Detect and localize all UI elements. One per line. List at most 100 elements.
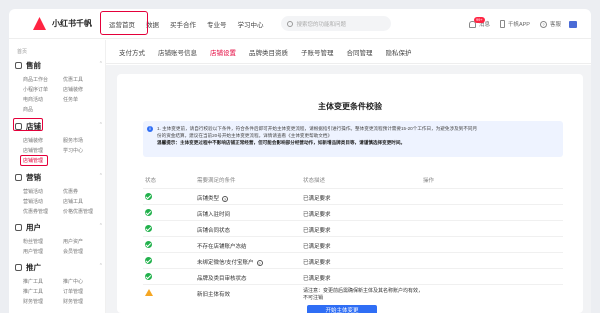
sidebar-item[interactable]: 推广中心 [63, 278, 83, 285]
sidebar-item[interactable]: 营销活动 [23, 188, 43, 195]
tab-privacy[interactable]: 隐私保护 [386, 47, 412, 57]
status-text: 已满足要求 [303, 212, 331, 218]
column-header: 需要满足的条件 [197, 178, 236, 184]
condition-text: 店铺类型 [197, 196, 220, 202]
chevron-up-icon: ⌃ [98, 61, 103, 67]
sidebar-section-users[interactable]: 用户 ⌃ [15, 222, 103, 233]
sidebar-item[interactable]: 优惠券管理 [23, 208, 48, 215]
tab-bar: 支付方式 店铺账号信息 店铺设置 品牌类目资质 子账号管理 合同管理 隐私保护 [106, 40, 591, 64]
sidebar-section-store[interactable]: 店铺 ⌃ [15, 121, 103, 132]
sidebar-section-presale[interactable]: 售前 ⌃ [15, 60, 103, 71]
sidebar-home[interactable]: 首页 [17, 48, 27, 55]
status-text: 请注意：变更前后需确保新主体及其名称账户均有效，不可注销 [303, 288, 424, 301]
notice-line: 份的资金结算，建议在当前20号开始主体变更流程。详情请查看《主体变更帮助文档》 [157, 133, 333, 138]
sidebar-item[interactable]: 订单管理 [63, 288, 83, 295]
promotion-icon [15, 264, 22, 271]
sidebar-item[interactable]: 推广工具 [23, 278, 43, 285]
message-button[interactable]: 99+ 消息 [468, 16, 490, 28]
search-input[interactable]: 搜索您的功能和问题 [280, 16, 391, 31]
help-icon: ? [539, 20, 547, 28]
sidebar-item[interactable]: 店铺装修 [23, 137, 43, 144]
check-panel: 主体变更条件校验 i 1. 主体变更前，请自行校验以下条件，符合条件后即可开始主… [117, 74, 583, 313]
tab-contract[interactable]: 合同管理 [347, 47, 373, 57]
marketing-icon [15, 174, 22, 181]
sidebar-item[interactable]: 优惠券 [63, 188, 78, 195]
main-content: 主体变更条件校验 i 1. 主体变更前，请自行校验以下条件，符合条件后即可开始主… [106, 65, 591, 313]
sidebar-item[interactable]: 粉丝管理 [23, 238, 43, 245]
check-circle-icon [145, 225, 152, 232]
sidebar-section-title: 推广 [26, 263, 41, 272]
start-change-button[interactable]: 开始主体变更 [307, 305, 377, 313]
sidebar-item[interactable]: 优惠工具 [63, 76, 83, 83]
sidebar-section-title: 售前 [26, 61, 41, 70]
tab-subaccount[interactable]: 子账号管理 [301, 47, 334, 57]
sidebar-item[interactable]: 店铺装修 [63, 86, 83, 93]
notice-warning: 温馨提示：主体变更过程中不影响店铺正常经营，但可能会影响部分经营动作，如新增品牌… [157, 140, 406, 145]
sidebar-item[interactable]: 店铺工具 [63, 198, 83, 205]
topnav-buyer[interactable]: 买手合作 [170, 19, 196, 29]
sidebar-item[interactable]: 商品工作台 [23, 76, 48, 83]
sidebar-item[interactable]: 任务单 [63, 96, 78, 103]
topnav-learn[interactable]: 学习中心 [238, 19, 264, 29]
check-circle-icon [145, 193, 152, 200]
condition-text: 不存在店铺账户冻结 [197, 244, 247, 250]
sidebar-item[interactable]: 电商活动 [23, 96, 43, 103]
tab-account-info[interactable]: 店铺账号信息 [158, 47, 197, 57]
app-download-button[interactable]: 千帆APP [499, 20, 530, 28]
condition-text: 店铺入驻时间 [197, 212, 231, 218]
bell-icon: 99+ [468, 16, 485, 28]
sidebar-item[interactable]: 商品 [23, 106, 33, 113]
tab-brand-category[interactable]: 品牌类目资质 [249, 47, 288, 57]
check-circle-icon [145, 241, 152, 248]
sidebar-item[interactable]: 营销活动 [23, 198, 43, 205]
sidebar-item[interactable]: 用户资产 [63, 238, 83, 245]
topnav-pro[interactable]: 专业号 [207, 19, 227, 29]
sidebar-item[interactable]: 用户管理 [23, 248, 43, 255]
sidebar-item[interactable]: 价格优惠管理 [63, 208, 93, 215]
page-title: 主体变更条件校验 [318, 102, 382, 111]
sidebar-item-store-management[interactable]: 店铺管理 [23, 157, 43, 164]
condition-text: 未绑定微信/支付宝账户 [197, 260, 254, 266]
info-icon: i [147, 126, 153, 132]
warning-icon [145, 289, 153, 296]
app-window: 小红书千帆 运营首页 数据 买手合作 专业号 学习中心 搜索您的功能和问题 99… [9, 9, 591, 313]
sidebar-item[interactable]: 会员管理 [63, 248, 83, 255]
app-label: 千帆APP [507, 22, 530, 28]
check-circle-icon [145, 273, 152, 280]
tab-store-settings[interactable]: 店铺设置 [210, 47, 236, 57]
search-icon [286, 20, 293, 27]
table-row: 新旧主体有效 请注意：变更前后需确保新主体及其名称账户均有效，不可注销 [143, 284, 563, 304]
phone-icon [499, 20, 505, 28]
sidebar-item[interactable]: 财务管理 [63, 298, 83, 305]
status-text: 已满足要求 [303, 196, 331, 202]
sidebar-item[interactable]: 小程序订单 [23, 86, 48, 93]
user-icon [15, 224, 22, 231]
table-row: 店铺入驻时间 已满足要求 [143, 204, 563, 220]
app-title: 小红书千帆 [52, 19, 92, 28]
question-icon[interactable]: ? [222, 195, 229, 202]
sidebar-item[interactable]: 服务市场 [63, 137, 83, 144]
notice-box: i 1. 主体变更前，请自行校验以下条件，符合条件后即可开始主体变更流程，请根据… [143, 121, 563, 157]
chevron-up-icon: ⌃ [98, 122, 103, 128]
column-header: 状态描述 [303, 178, 326, 184]
chevron-up-icon: ⌃ [98, 173, 103, 179]
condition-text: 新旧主体有效 [197, 292, 231, 298]
sidebar-section-title: 营销 [26, 173, 41, 182]
shop-avatar-icon[interactable] [569, 20, 577, 28]
sidebar-item[interactable]: 学习中心 [63, 147, 83, 154]
help-button[interactable]: ? 客服 [539, 20, 561, 28]
notice-line: 1. 主体变更前，请自行校验以下条件，符合条件后即可开始主体变更流程，请根据指引… [157, 126, 478, 131]
sidebar-item[interactable]: 财务管理 [23, 298, 43, 305]
sidebar-section-marketing[interactable]: 营销 ⌃ [15, 172, 103, 183]
sidebar-section-promotion[interactable]: 推广 ⌃ [15, 262, 103, 273]
store-icon [15, 123, 22, 130]
status-text: 已满足要求 [303, 276, 331, 282]
sidebar-item[interactable]: 店铺管理 [23, 147, 43, 154]
logo[interactable]: 小红书千帆 [33, 17, 109, 30]
sidebar-item[interactable]: 推广工具 [23, 288, 43, 295]
table-row: 未绑定微信/支付宝账户? 已满足要求 [143, 252, 563, 268]
question-icon[interactable]: ? [256, 259, 263, 266]
tab-payment[interactable]: 支付方式 [119, 47, 145, 57]
table-row: 店铺类型? 已满足要求 [143, 188, 563, 204]
status-text: 已满足要求 [303, 244, 331, 250]
